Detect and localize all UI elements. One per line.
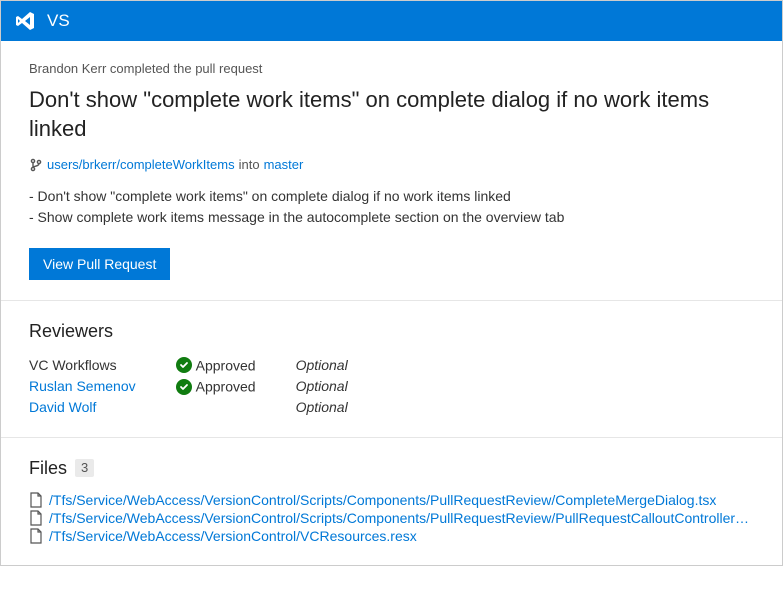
file-icon	[29, 510, 43, 526]
file-link[interactable]: /Tfs/Service/WebAccess/VersionControl/Sc…	[49, 510, 754, 526]
vote-label: Approved	[196, 357, 256, 373]
files-heading: Files	[29, 458, 67, 479]
app-name: VS	[47, 11, 70, 31]
reviewers-table: VC WorkflowsApprovedOptionalRuslan Semen…	[29, 354, 388, 417]
notification-card: VS Brandon Kerr completed the pull reque…	[0, 0, 783, 566]
file-icon	[29, 528, 43, 544]
pr-title: Don't show "complete work items" on comp…	[29, 86, 754, 143]
files-section: Files 3 /Tfs/Service/WebAccess/VersionCo…	[1, 437, 782, 565]
files-header: Files 3	[29, 458, 754, 479]
vs-logo-icon	[13, 9, 37, 33]
file-item: /Tfs/Service/WebAccess/VersionControl/VC…	[29, 527, 754, 545]
reviewers-heading: Reviewers	[29, 321, 754, 342]
file-list: /Tfs/Service/WebAccess/VersionControl/Sc…	[29, 491, 754, 545]
vote-label: Approved	[196, 379, 256, 395]
branch-line: users/brkerr/completeWorkItems into mast…	[29, 157, 754, 172]
branch-icon	[29, 158, 43, 172]
file-item: /Tfs/Service/WebAccess/VersionControl/Sc…	[29, 491, 754, 509]
reviewer-name[interactable]: David Wolf	[29, 399, 96, 415]
source-branch-link[interactable]: users/brkerr/completeWorkItems	[47, 157, 235, 172]
completed-by-text: Brandon Kerr completed the pull request	[29, 61, 754, 76]
header-bar: VS	[1, 1, 782, 41]
file-icon	[29, 492, 43, 508]
files-count-badge: 3	[75, 459, 94, 477]
pr-summary-section: Brandon Kerr completed the pull request …	[1, 41, 782, 300]
approved-check-icon	[176, 357, 192, 373]
reviewer-row: VC Workflows Approved Optional	[29, 354, 388, 375]
required-label: Optional	[296, 397, 388, 417]
reviewers-section: Reviewers VC WorkflowsApprovedOptionalRu…	[1, 300, 782, 437]
approved-check-icon	[176, 379, 192, 395]
file-link[interactable]: /Tfs/Service/WebAccess/VersionControl/VC…	[49, 528, 417, 544]
reviewer-name[interactable]: Ruslan Semenov	[29, 378, 136, 394]
file-link[interactable]: /Tfs/Service/WebAccess/VersionControl/Sc…	[49, 492, 716, 508]
view-pull-request-button[interactable]: View Pull Request	[29, 248, 170, 280]
reviewer-row: Ruslan Semenov Approved Optional	[29, 375, 388, 396]
reviewer-row: David Wolf Optional	[29, 397, 388, 417]
reviewer-name: VC Workflows	[29, 357, 117, 373]
required-label: Optional	[296, 354, 388, 375]
file-item: /Tfs/Service/WebAccess/VersionControl/Sc…	[29, 509, 754, 527]
target-branch-link[interactable]: master	[264, 157, 304, 172]
pr-description: - Don't show "complete work items" on co…	[29, 186, 754, 228]
into-text: into	[239, 157, 260, 172]
required-label: Optional	[296, 375, 388, 396]
